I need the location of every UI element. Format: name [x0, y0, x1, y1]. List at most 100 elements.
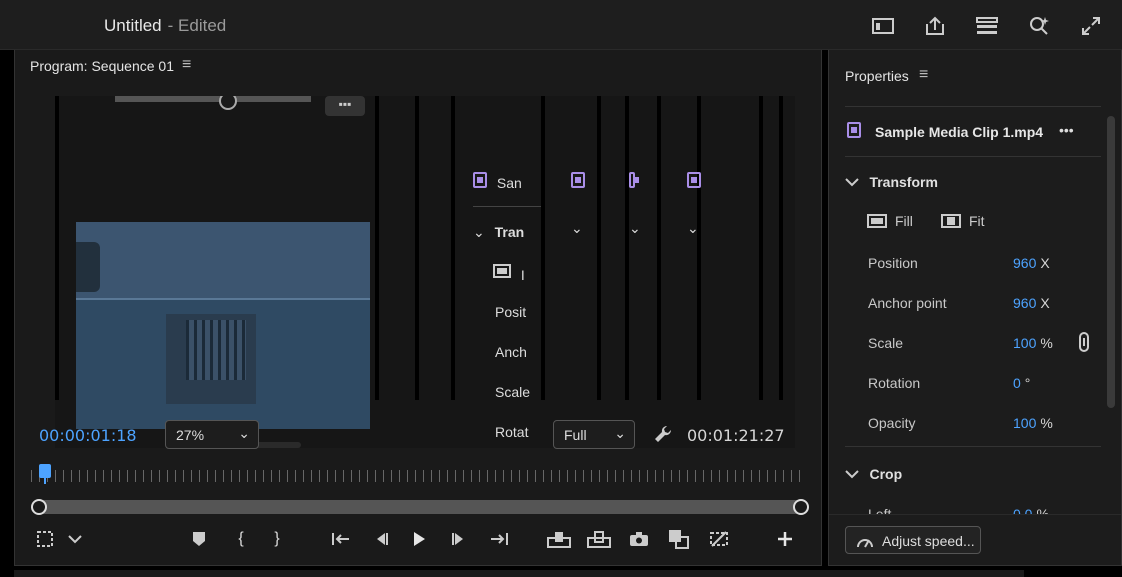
viewer-slider-knob[interactable]	[219, 96, 237, 110]
divider	[845, 106, 1101, 107]
chevron-down-icon: ⌄	[473, 224, 485, 240]
clip-icon	[473, 172, 487, 188]
frame-fill-label: I	[520, 267, 525, 283]
frame-rotation-label: Rotat	[495, 424, 529, 440]
scale-label: Scale	[868, 335, 904, 351]
safe-margins-icon[interactable]	[31, 526, 59, 552]
crop-label: Crop	[869, 466, 903, 482]
frame-clip-label: San	[496, 175, 522, 191]
adjust-speed-button[interactable]: Adjust speed...	[845, 526, 981, 554]
scale-value[interactable]: 100%	[1013, 335, 1053, 351]
divider	[845, 156, 1101, 157]
speed-gauge-icon	[856, 533, 874, 552]
frame-divider	[779, 96, 783, 400]
properties-panel-title: Properties	[845, 68, 909, 84]
chevron-down-icon	[845, 178, 859, 187]
crop-left-label: Left	[868, 506, 892, 514]
divider	[829, 514, 1121, 515]
clip-frame-thumbnail	[76, 222, 370, 429]
project-name: Untitled	[104, 16, 162, 35]
transform-section-header[interactable]: Transform	[845, 174, 938, 192]
program-monitor-panel: Program: Sequence 01 ≡ ▪▪▪ San ⌄ Tran ⌄ …	[14, 50, 822, 566]
zoom-scroll-end-handle[interactable]	[793, 499, 809, 515]
fit-label: Fit	[969, 213, 985, 229]
anchor-number[interactable]: 960	[1013, 295, 1036, 311]
share-icon[interactable]	[916, 10, 954, 42]
thumbnail-meters	[186, 320, 246, 380]
bottom-strip-bar	[14, 570, 1024, 577]
fill-button[interactable]: Fill	[867, 212, 913, 230]
properties-scrollbar[interactable]	[1107, 116, 1115, 408]
panel-layout-icon[interactable]	[864, 10, 902, 42]
playback-resolution-select[interactable]: Full ⌄	[553, 420, 635, 449]
opacity-value[interactable]: 100%	[1013, 415, 1053, 431]
viewer-slider-track	[115, 96, 311, 102]
frame-clip-icon	[571, 172, 585, 191]
rotation-value[interactable]: 0 °	[1013, 375, 1030, 391]
fit-button[interactable]: Fit	[941, 212, 985, 230]
export-frame-icon[interactable]	[625, 526, 653, 552]
frame-divider	[697, 96, 701, 400]
zoom-scroll-bar[interactable]	[31, 499, 809, 515]
properties-panel-menu-icon[interactable]: ≡	[919, 66, 928, 84]
chevron-down-icon: ⌄	[571, 220, 583, 236]
scale-number[interactable]: 100	[1013, 335, 1036, 351]
opacity-number[interactable]: 100	[1013, 415, 1036, 431]
opacity-label: Opacity	[868, 415, 916, 431]
scale-unit: %	[1040, 335, 1053, 351]
thumbnail-panel	[76, 242, 100, 292]
time-ruler[interactable]	[31, 464, 803, 484]
rotation-unit: °	[1024, 375, 1031, 391]
zoom-level-value: 27%	[176, 427, 205, 443]
position-number[interactable]: 960	[1013, 255, 1036, 271]
chevron-down-icon: ⌄	[614, 425, 626, 441]
play-icon[interactable]	[405, 526, 433, 552]
video-viewer[interactable]: ▪▪▪ San ⌄ Tran ⌄ ⌄ ⌄ I Posit Anch Scale …	[55, 96, 795, 448]
more-options-icon[interactable]: •••	[1059, 122, 1074, 138]
comparison-view-icon[interactable]	[665, 526, 693, 552]
position-value[interactable]: 960 X	[1013, 255, 1050, 271]
crop-section-header[interactable]: Crop	[845, 466, 902, 484]
chevron-down-icon[interactable]	[61, 526, 89, 552]
crop-left-number[interactable]: 0.0	[1013, 506, 1032, 514]
go-to-out-icon[interactable]	[485, 526, 513, 552]
opacity-unit: %	[1040, 415, 1053, 431]
proxy-toggle-icon[interactable]	[705, 526, 733, 552]
frame-clip-icon	[687, 172, 701, 191]
frame-divider	[55, 96, 59, 400]
resolution-value: Full	[564, 427, 587, 443]
step-forward-icon[interactable]	[445, 526, 473, 552]
position-label: Position	[868, 255, 918, 271]
playhead-line	[44, 476, 46, 484]
fit-icon	[941, 214, 961, 228]
frame-divider	[657, 96, 661, 400]
mark-out-icon[interactable]: }	[263, 526, 291, 552]
overwrite-icon[interactable]	[585, 526, 613, 552]
crop-left-value[interactable]: 0.0%	[1013, 506, 1049, 514]
current-timecode[interactable]: 00:00:01:18	[39, 426, 137, 445]
bottom-strip	[0, 566, 1122, 577]
rotation-label: Rotation	[868, 375, 921, 391]
anchor-point-value[interactable]: 960 X	[1013, 295, 1050, 311]
go-to-in-icon[interactable]	[327, 526, 355, 552]
frame-divider	[625, 96, 629, 400]
step-back-icon[interactable]	[367, 526, 395, 552]
search-help-icon[interactable]	[1020, 10, 1058, 42]
rotation-number[interactable]: 0	[1013, 375, 1021, 391]
zoom-level-select[interactable]: 27% ⌄	[165, 420, 259, 449]
mark-in-icon[interactable]: {	[227, 526, 255, 552]
clip-icon	[571, 172, 585, 188]
zoom-scroll-start-handle[interactable]	[31, 499, 47, 515]
frame-divider-line	[473, 206, 541, 207]
add-button-icon[interactable]	[771, 526, 799, 552]
wrench-icon[interactable]	[653, 424, 673, 449]
link-icon[interactable]	[1079, 332, 1089, 357]
ruler-ticks	[31, 470, 803, 482]
workspaces-icon[interactable]	[968, 10, 1006, 42]
insert-icon[interactable]	[545, 526, 573, 552]
add-marker-icon[interactable]	[185, 526, 213, 552]
program-panel-menu-icon[interactable]: ≡	[182, 56, 191, 74]
fullscreen-icon[interactable]	[1072, 10, 1110, 42]
viewer-dots-button[interactable]: ▪▪▪	[325, 96, 365, 116]
sequence-duration: 00:01:21:27	[687, 426, 785, 445]
